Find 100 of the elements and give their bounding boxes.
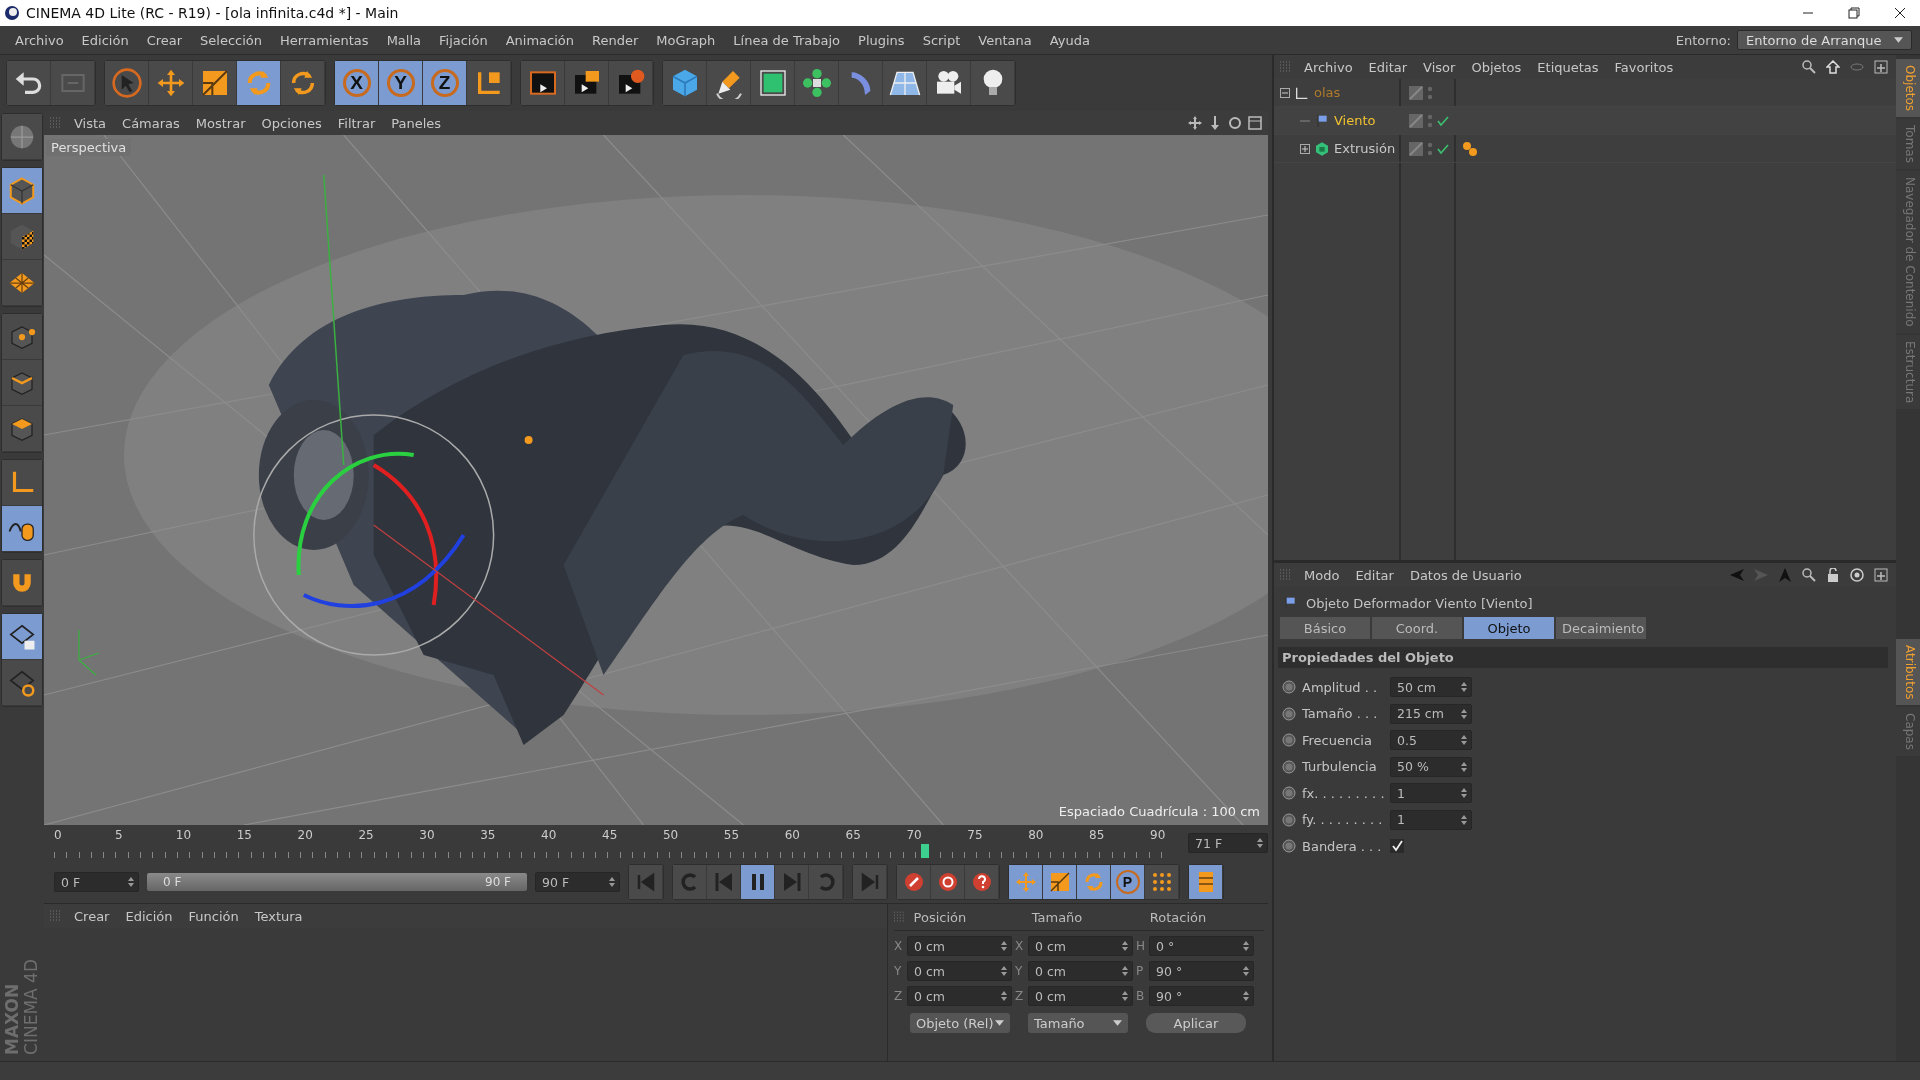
maximize-icon[interactable]: [1248, 116, 1262, 130]
cube-button[interactable]: [663, 61, 707, 105]
size-dropdown[interactable]: Tamaño: [1028, 1013, 1128, 1033]
zoom-icon[interactable]: [1208, 116, 1222, 130]
object-name[interactable]: Viento: [1334, 113, 1376, 128]
menu-item[interactable]: Script: [913, 32, 970, 48]
menu-item[interactable]: Animación: [496, 32, 583, 48]
rotate-tool-button[interactable]: [237, 61, 281, 105]
menu-item[interactable]: Edición: [72, 32, 138, 48]
menu-item[interactable]: Crear: [66, 908, 118, 924]
lock-icon[interactable]: [1826, 568, 1840, 582]
scale-tool-button[interactable]: [1043, 865, 1077, 899]
rotate-tool-button[interactable]: [1077, 865, 1111, 899]
lock-workplane-button[interactable]: [2, 614, 42, 660]
coordinate-field[interactable]: 90 °: [1149, 961, 1254, 981]
visibility-dots-icon[interactable]: [1427, 113, 1433, 128]
menu-item[interactable]: Cámaras: [114, 115, 188, 131]
camera-label[interactable]: Perspectiva: [46, 139, 132, 156]
menu-item[interactable]: Archivo: [6, 32, 73, 48]
menu-item[interactable]: Malla: [377, 32, 430, 48]
new-window-icon[interactable]: [1874, 568, 1888, 582]
layout-dropdown[interactable]: Entorno de Arranque: [1737, 30, 1912, 50]
start-frame-field[interactable]: 0 F: [54, 872, 139, 892]
animate-radio-icon[interactable]: [1282, 706, 1296, 721]
coordinate-field[interactable]: 0 cm: [1028, 961, 1133, 981]
expand-icon[interactable]: [1300, 143, 1310, 154]
undo-button[interactable]: [7, 61, 51, 105]
model-mode-button[interactable]: [2, 168, 42, 214]
new-window-icon[interactable]: [1874, 60, 1888, 74]
parameter-button[interactable]: P: [1111, 865, 1145, 899]
animate-radio-icon[interactable]: [1282, 812, 1296, 827]
menu-item[interactable]: Paneles: [383, 115, 450, 131]
animate-radio-icon[interactable]: [1282, 680, 1296, 695]
menu-item[interactable]: Filtrar: [329, 115, 384, 131]
tag-icon[interactable]: [1462, 140, 1478, 157]
menu-item[interactable]: Etiquetas: [1529, 59, 1607, 75]
tab[interactable]: Coord.: [1372, 617, 1462, 639]
menu-item[interactable]: Favoritos: [1606, 59, 1682, 75]
check-icon[interactable]: [1437, 114, 1449, 127]
menu-item[interactable]: Editar: [1347, 567, 1402, 583]
animate-radio-icon[interactable]: [1282, 839, 1296, 854]
axis-lock-button[interactable]: Y: [379, 61, 423, 105]
playhead[interactable]: [920, 844, 929, 858]
menu-item[interactable]: Modo: [1296, 567, 1348, 583]
menu-item[interactable]: Selección: [191, 32, 272, 48]
apply-button[interactable]: Aplicar: [1146, 1013, 1246, 1033]
current-frame-field[interactable]: 71 F: [1188, 833, 1268, 853]
value-field[interactable]: 1: [1390, 783, 1472, 804]
go-to-start-button[interactable]: [629, 865, 663, 899]
tab[interactable]: Objeto: [1464, 617, 1554, 639]
menu-item[interactable]: Mostrar: [187, 115, 254, 131]
value-field[interactable]: 1: [1390, 809, 1472, 830]
value-field[interactable]: 0.5: [1390, 730, 1472, 751]
menu-item[interactable]: Editar: [1360, 59, 1416, 75]
side-tab[interactable]: Atributos: [1896, 638, 1920, 706]
points-mode-button[interactable]: [2, 314, 42, 360]
collapse-icon[interactable]: [1280, 87, 1290, 98]
coordinate-field[interactable]: 0 cm: [907, 936, 1012, 956]
orbit-icon[interactable]: [1228, 116, 1242, 130]
tree-row[interactable]: Extrusión: [1274, 135, 1896, 163]
menu-item[interactable]: Objetos: [1463, 59, 1530, 75]
animate-radio-icon[interactable]: [1282, 786, 1296, 801]
coordinate-field[interactable]: 0 cm: [907, 986, 1012, 1006]
layer-icon[interactable]: [1409, 85, 1423, 100]
tab[interactable]: Decaimiento: [1556, 617, 1646, 639]
value-field[interactable]: 50 %: [1390, 756, 1472, 777]
menu-item[interactable]: Archivo: [1296, 59, 1361, 75]
menu-item[interactable]: Fijación: [430, 32, 497, 48]
menu-item[interactable]: Opciones: [253, 115, 330, 131]
menu-item[interactable]: Plugins: [849, 32, 914, 48]
target-icon[interactable]: [1850, 568, 1864, 582]
coordinate-field[interactable]: 0 cm: [907, 961, 1012, 981]
checkbox[interactable]: [1390, 839, 1404, 854]
animate-radio-icon[interactable]: [1282, 759, 1296, 774]
menu-item[interactable]: Datos de Usuario: [1401, 567, 1530, 583]
menu-item[interactable]: Función: [180, 908, 247, 924]
menu-item[interactable]: Herramientas: [271, 32, 378, 48]
select-tool-button[interactable]: [105, 61, 149, 105]
layer-icon[interactable]: [1409, 141, 1423, 156]
menu-item[interactable]: Ayuda: [1040, 32, 1099, 48]
end-frame-field[interactable]: 90 F: [535, 872, 620, 892]
layer-icon[interactable]: [1409, 113, 1423, 128]
menu-item[interactable]: Edición: [117, 908, 181, 924]
search-icon[interactable]: [1802, 568, 1816, 582]
visibility-dots-icon[interactable]: [1427, 141, 1433, 156]
home-icon[interactable]: [1826, 60, 1840, 74]
axis-lock-button[interactable]: X: [335, 61, 379, 105]
menu-item[interactable]: Vista: [66, 115, 115, 131]
search-icon[interactable]: [1802, 60, 1816, 74]
coordinate-field[interactable]: 0 cm: [1028, 986, 1133, 1006]
move-tool-button[interactable]: [1009, 865, 1043, 899]
menu-item[interactable]: Línea de Trabajo: [724, 32, 850, 48]
object-name[interactable]: Extrusión: [1334, 141, 1396, 156]
menu-item[interactable]: Render: [583, 32, 648, 48]
record-button[interactable]: [897, 865, 931, 899]
axis-mode-button[interactable]: [2, 460, 42, 506]
value-field[interactable]: 50 cm: [1390, 677, 1472, 698]
value-field[interactable]: 215 cm: [1390, 703, 1472, 724]
visibility-dots-icon[interactable]: [1427, 85, 1433, 100]
magnet-button[interactable]: [2, 560, 42, 606]
